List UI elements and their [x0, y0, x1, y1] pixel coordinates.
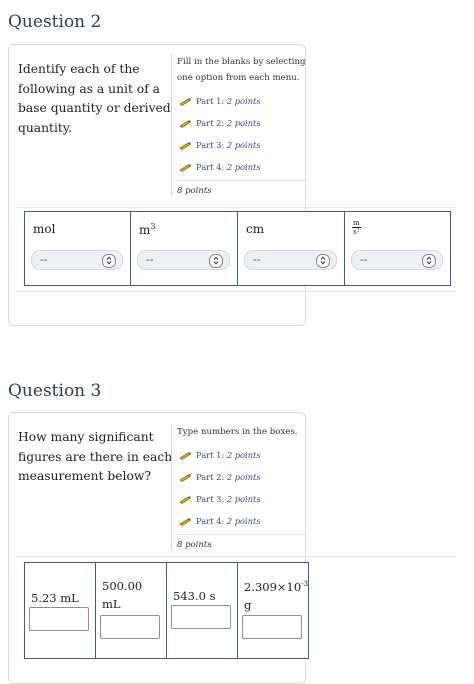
- part-label: Part 2:: [196, 472, 225, 482]
- pencil-icon: [179, 473, 191, 482]
- measurement-cell-3: 543.0 s: [167, 563, 238, 658]
- answer-input-4[interactable]: [242, 615, 302, 639]
- measurement-line-1: 2.309×10-3: [244, 575, 308, 596]
- answer-input-1[interactable]: [29, 607, 89, 631]
- measurement-label: 2.309×10-3 g: [244, 575, 308, 614]
- measurement-line-1: 500.00: [102, 579, 143, 593]
- unit-base: m: [139, 223, 151, 237]
- measurement-cell-4: 2.309×10-3 g: [238, 563, 308, 658]
- part-label: Part 3:: [196, 494, 225, 504]
- question-2-info-panel: Fill in the blanks by selecting one opti…: [171, 54, 307, 196]
- answer-input-3[interactable]: [171, 605, 231, 629]
- part-label: Part 4:: [196, 516, 225, 526]
- measurement-label: 543.0 s: [173, 589, 216, 603]
- part-points: 2 points: [226, 162, 261, 172]
- part-label: Part 1:: [196, 96, 225, 106]
- part-label: Part 3:: [196, 140, 225, 150]
- unit-fraction: m s²: [352, 219, 361, 236]
- chevron-updown-icon: [102, 254, 116, 268]
- unit-label: m3: [139, 222, 155, 237]
- part-3-points: Part 3: 2 points: [177, 134, 307, 156]
- unit-select-4[interactable]: --: [351, 250, 443, 270]
- part-label: Part 4:: [196, 162, 225, 172]
- divider: [16, 207, 456, 208]
- question-3-prompt: How many significant figures are there i…: [18, 430, 173, 483]
- part-points: 2 points: [226, 140, 261, 150]
- chevron-updown-icon: [209, 254, 223, 268]
- part-points: 2 points: [226, 96, 261, 106]
- part-2-points: Part 2: 2 points: [177, 466, 307, 488]
- part-points: 2 points: [226, 516, 261, 526]
- instructions: Type numbers in the boxes.: [177, 427, 298, 437]
- part-4-points: Part 4: 2 points: [177, 156, 307, 178]
- part-4-points: Part 4: 2 points: [177, 510, 307, 532]
- fraction-numerator: m: [352, 219, 361, 228]
- instructions: Fill in the blanks by selecting one opti…: [177, 57, 306, 83]
- fraction-denominator: s²: [353, 228, 360, 236]
- part-3-points: Part 3: 2 points: [177, 488, 307, 510]
- measurement-cell-2: 500.00 mL: [96, 563, 167, 658]
- unit-cell-1: mol --: [25, 212, 131, 285]
- select-value: --: [40, 253, 48, 266]
- measurement-exponent: -3: [301, 580, 309, 588]
- pencil-icon: [179, 141, 191, 150]
- part-1-points: Part 1: 2 points: [177, 444, 307, 466]
- question-3-info-panel: Type numbers in the boxes. Part 1: 2 poi…: [171, 424, 307, 550]
- question-3-title: Question 3: [8, 381, 102, 401]
- unit-label: cm: [246, 222, 265, 236]
- part-points: 2 points: [226, 494, 261, 504]
- measurement-grid: 5.23 mL 500.00 mL 543.0 s 2.309×10-3 g: [24, 562, 309, 659]
- measurement-line-2: g: [244, 597, 252, 612]
- pencil-icon: [179, 97, 191, 106]
- unit-select-1[interactable]: --: [31, 250, 123, 270]
- select-value: --: [360, 253, 368, 266]
- divider: [16, 291, 456, 292]
- part-points: 2 points: [226, 472, 261, 482]
- unit-label: mol: [33, 222, 56, 236]
- select-value: --: [253, 253, 261, 266]
- part-points: 2 points: [226, 118, 261, 128]
- measurement-label: 5.23 mL: [31, 591, 79, 605]
- pencil-icon: [179, 119, 191, 128]
- total-points: 8 points: [177, 534, 307, 550]
- question-2-prompt: Identify each of the following as a unit…: [18, 62, 171, 135]
- part-points: 2 points: [226, 450, 261, 460]
- part-label: Part 2:: [196, 118, 225, 128]
- part-2-points: Part 2: 2 points: [177, 112, 307, 134]
- part-1-points: Part 1: 2 points: [177, 90, 307, 112]
- measurement-cell-1: 5.23 mL: [25, 563, 96, 658]
- answer-input-2[interactable]: [100, 615, 160, 639]
- unit-select-3[interactable]: --: [244, 250, 337, 270]
- measurement-label: 500.00 mL: [102, 577, 142, 613]
- part-label: Part 1:: [196, 450, 225, 460]
- unit-select-grid: mol -- m3 -- cm -- m s² --: [24, 211, 451, 286]
- divider: [16, 556, 456, 557]
- question-2-title: Question 2: [8, 12, 102, 32]
- measurement-base: 2.309×10: [244, 579, 302, 594]
- pencil-icon: [179, 517, 191, 526]
- pencil-icon: [179, 163, 191, 172]
- unit-cell-3: cm --: [238, 212, 345, 285]
- chevron-updown-icon: [316, 254, 330, 268]
- pencil-icon: [179, 451, 191, 460]
- unit-select-2[interactable]: --: [137, 250, 230, 270]
- chevron-updown-icon: [422, 254, 436, 268]
- select-value: --: [146, 253, 154, 266]
- unit-exponent: 3: [150, 222, 156, 231]
- measurement-line-2: mL: [102, 597, 121, 611]
- pencil-icon: [179, 495, 191, 504]
- unit-cell-2: m3 --: [131, 212, 238, 285]
- unit-cell-4: m s² --: [345, 212, 450, 285]
- total-points: 8 points: [177, 180, 307, 196]
